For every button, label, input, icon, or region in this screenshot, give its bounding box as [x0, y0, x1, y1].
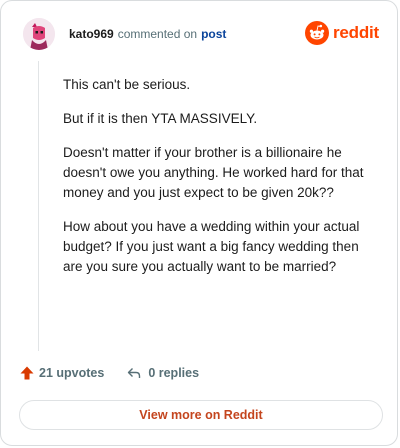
reply-count: 0 replies — [148, 366, 200, 380]
upvote-count: 21 upvotes — [39, 366, 105, 380]
reply-arrow-icon — [128, 368, 141, 378]
avatar-image-icon — [23, 18, 55, 50]
action-text: commented on — [117, 27, 198, 41]
reddit-logo[interactable]: reddit — [304, 21, 379, 45]
upvote-control[interactable]: 21 upvotes — [19, 365, 104, 381]
comment-body: This can't be serious. But if it is then… — [63, 75, 381, 291]
thread-line — [38, 61, 39, 351]
comment-paragraph: Doesn't matter if your brother is a bill… — [63, 145, 364, 200]
username-link[interactable]: kato969 — [69, 27, 114, 41]
comment-embed-card: kato969 commented on post reddit This ca… — [0, 0, 398, 446]
comment-footer: 21 upvotes 0 replies — [19, 365, 199, 381]
reddit-snoo-icon — [304, 21, 329, 45]
user-avatar[interactable] — [23, 18, 55, 50]
comment-paragraph: How about you have a wedding within your… — [63, 219, 360, 274]
comment-paragraph: This can't be serious. — [63, 77, 191, 92]
post-link[interactable]: post — [201, 27, 226, 41]
upvote-arrow-icon — [20, 366, 34, 380]
reply-control[interactable]: 0 replies — [126, 365, 199, 381]
header-meta: kato969 commented on post — [69, 27, 226, 41]
view-more-button[interactable]: View more on Reddit — [19, 400, 383, 430]
reddit-wordmark: reddit — [332, 23, 379, 42]
comment-paragraph: But if it is then YTA MASSIVELY. — [63, 111, 258, 126]
